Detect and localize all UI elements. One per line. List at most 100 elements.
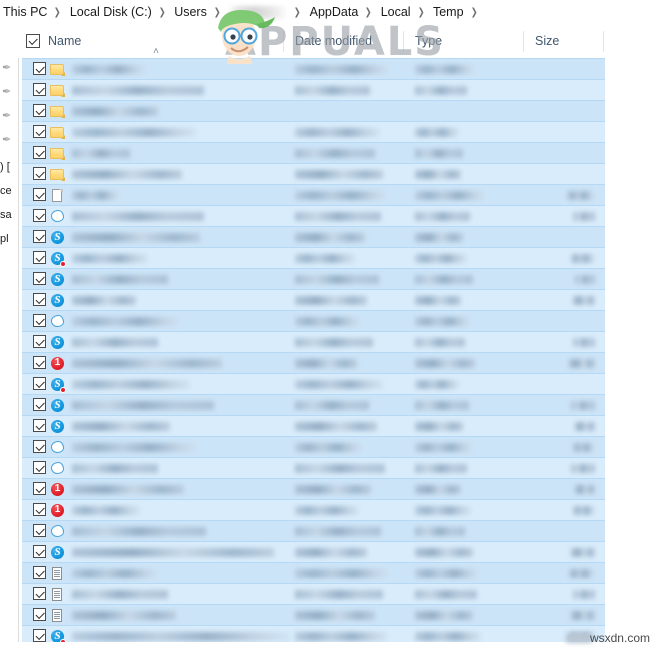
row-checkbox[interactable] (33, 167, 46, 180)
file-row[interactable] (22, 562, 605, 583)
row-checkbox[interactable] (33, 461, 46, 474)
row-checkbox[interactable] (33, 62, 46, 75)
breadcrumb-item-users[interactable]: Users (171, 0, 208, 25)
blob-icon (50, 440, 65, 455)
row-checkbox[interactable] (33, 335, 46, 348)
row-checkbox[interactable] (33, 209, 46, 222)
file-row[interactable] (22, 415, 605, 436)
file-row[interactable] (22, 184, 605, 205)
file-row[interactable] (22, 100, 605, 121)
pin-icon[interactable]: ✒ (2, 87, 12, 98)
row-checkbox[interactable] (33, 629, 46, 642)
breadcrumb-separator-icon[interactable]: ❯ (413, 0, 428, 25)
row-checkbox[interactable] (33, 188, 46, 201)
breadcrumb-separator-icon[interactable]: ❯ (155, 0, 170, 25)
row-checkbox[interactable] (33, 356, 46, 369)
row-checkbox[interactable] (33, 398, 46, 411)
pin-icon[interactable]: ✒ (2, 63, 12, 74)
column-resize-handle[interactable] (283, 31, 284, 52)
row-checkbox[interactable] (33, 566, 46, 579)
breadcrumb-separator-icon[interactable]: ❯ (290, 0, 305, 25)
file-row[interactable] (22, 352, 605, 373)
breadcrumb-item-username-blurred[interactable] (228, 6, 287, 19)
file-row[interactable] (22, 625, 605, 642)
row-checkbox[interactable] (33, 251, 46, 264)
cell-text-blurred (72, 569, 158, 578)
column-header-bar: ˄ Name Date modified Type Size (0, 25, 656, 58)
breadcrumb-item-local-disk-c[interactable]: Local Disk (C:) (67, 0, 153, 25)
file-row[interactable] (22, 478, 605, 499)
row-checkbox[interactable] (33, 146, 46, 159)
select-all-checkbox[interactable] (26, 34, 40, 48)
row-checkbox[interactable] (33, 440, 46, 453)
row-checkbox[interactable] (33, 482, 46, 495)
file-row[interactable] (22, 268, 605, 289)
breadcrumb-item-local[interactable]: Local (378, 0, 412, 25)
row-checkbox[interactable] (33, 125, 46, 138)
cell-text-blurred (72, 296, 136, 305)
file-row[interactable] (22, 226, 605, 247)
file-row[interactable] (22, 583, 605, 604)
doc-icon (50, 587, 65, 602)
file-row[interactable] (22, 205, 605, 226)
row-checkbox[interactable] (33, 272, 46, 285)
file-row[interactable] (22, 79, 605, 100)
breadcrumb-item-this-pc[interactable]: This PC (0, 0, 48, 25)
file-row[interactable] (22, 310, 605, 331)
cell-text-blurred (415, 212, 470, 221)
file-row[interactable] (22, 58, 605, 79)
file-row[interactable] (22, 163, 605, 184)
file-row[interactable] (22, 142, 605, 163)
row-checkbox[interactable] (33, 104, 46, 117)
nav-item-label-fragment[interactable]: pl (0, 233, 9, 245)
row-checkbox[interactable] (33, 83, 46, 96)
breadcrumb-separator-icon[interactable]: ❯ (50, 0, 65, 25)
file-row[interactable] (22, 394, 605, 415)
file-row[interactable] (22, 373, 605, 394)
row-checkbox[interactable] (33, 230, 46, 243)
nav-item-label-fragment[interactable]: sa (0, 209, 12, 221)
file-row[interactable] (22, 604, 605, 625)
row-checkbox[interactable] (33, 608, 46, 621)
row-checkbox[interactable] (33, 419, 46, 432)
row-checkbox[interactable] (33, 377, 46, 390)
column-header-size[interactable]: Size (535, 25, 605, 58)
breadcrumb-item-temp[interactable]: Temp (430, 0, 465, 25)
breadcrumb-separator-icon[interactable]: ❯ (361, 0, 376, 25)
pin-icon[interactable]: ✒ (2, 135, 12, 146)
column-resize-handle[interactable] (523, 31, 524, 52)
nav-item-label-fragment[interactable]: ce (0, 185, 12, 197)
breadcrumb-separator-icon[interactable]: ❯ (210, 0, 225, 25)
column-resize-handle[interactable] (603, 31, 604, 52)
file-row[interactable] (22, 541, 605, 562)
nav-item-label-fragment[interactable]: ) [ (0, 161, 10, 173)
column-header-name[interactable]: Name (48, 25, 273, 58)
breadcrumb[interactable]: This PC ❯ Local Disk (C:) ❯ Users ❯ ❯ AppData ❯ L… (0, 0, 656, 25)
file-row[interactable] (22, 331, 605, 352)
breadcrumb-item-appdata[interactable]: AppData (307, 0, 360, 25)
cell-text-blurred (415, 611, 473, 620)
row-checkbox[interactable] (33, 503, 46, 516)
file-row[interactable] (22, 247, 605, 268)
row-checkbox[interactable] (33, 545, 46, 558)
cell-text-blurred (415, 380, 459, 389)
pin-icon[interactable]: ✒ (2, 111, 12, 122)
folder-icon (50, 83, 65, 98)
column-header-type[interactable]: Type (415, 25, 530, 58)
cell-text-blurred (295, 359, 357, 368)
row-checkbox[interactable] (33, 587, 46, 600)
file-list[interactable] (22, 58, 605, 642)
column-header-date-modified[interactable]: Date modified (295, 25, 415, 58)
row-checkbox[interactable] (33, 293, 46, 306)
row-checkbox[interactable] (33, 314, 46, 327)
file-row[interactable] (22, 520, 605, 541)
file-row[interactable] (22, 499, 605, 520)
file-row[interactable] (22, 457, 605, 478)
file-row[interactable] (22, 121, 605, 142)
column-resize-handle[interactable] (403, 31, 404, 52)
file-row[interactable] (22, 436, 605, 457)
file-row[interactable] (22, 289, 605, 310)
navigation-pane-sliver[interactable]: ✒ ✒ ✒ ✒ ) [ ce sa pl (0, 25, 19, 650)
row-checkbox[interactable] (33, 524, 46, 537)
breadcrumb-separator-icon[interactable]: ❯ (466, 0, 481, 25)
